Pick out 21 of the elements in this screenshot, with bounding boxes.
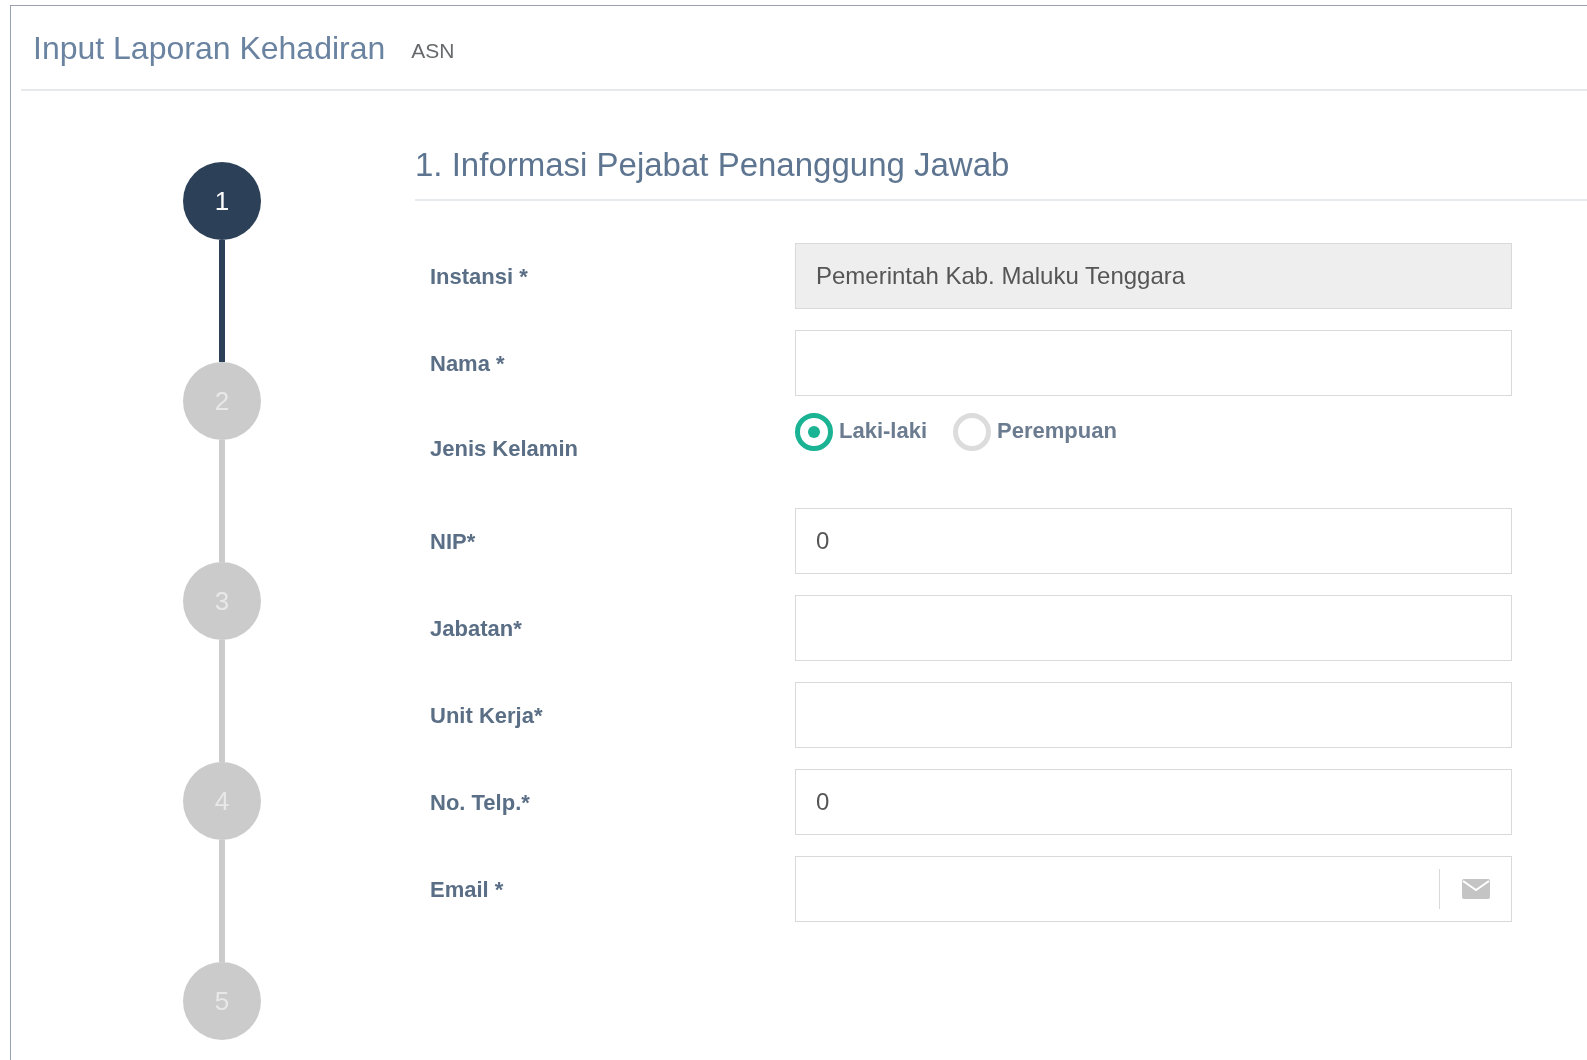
text-field[interactable] — [795, 330, 1512, 396]
field-label: Email * — [430, 875, 505, 904]
field-label: No. Telp.* — [430, 788, 531, 817]
section-title: 1. Informasi Pejabat Penanggung Jawab — [415, 145, 1010, 186]
text-field[interactable]: 0 — [795, 769, 1512, 835]
field-label: Unit Kerja* — [430, 701, 544, 730]
page-subtitle: ASN — [411, 37, 455, 64]
field-label: Jenis Kelamin — [430, 435, 579, 463]
field-label: Jabatan* — [430, 614, 523, 643]
radio-button[interactable] — [795, 413, 833, 451]
page-title: Input Laporan Kehadiran — [33, 28, 386, 68]
field-label: Instansi * — [430, 262, 529, 291]
envelope-icon — [1461, 879, 1490, 899]
radio-label: Perempuan — [997, 416, 1117, 445]
radio-label: Laki-laki — [839, 416, 928, 445]
email-field[interactable] — [795, 856, 1512, 922]
field-label: Nama * — [430, 349, 506, 378]
text-field[interactable] — [795, 595, 1512, 661]
field-label: NIP* — [430, 527, 477, 556]
text-field[interactable]: 0 — [795, 508, 1512, 574]
text-field[interactable] — [795, 682, 1512, 748]
